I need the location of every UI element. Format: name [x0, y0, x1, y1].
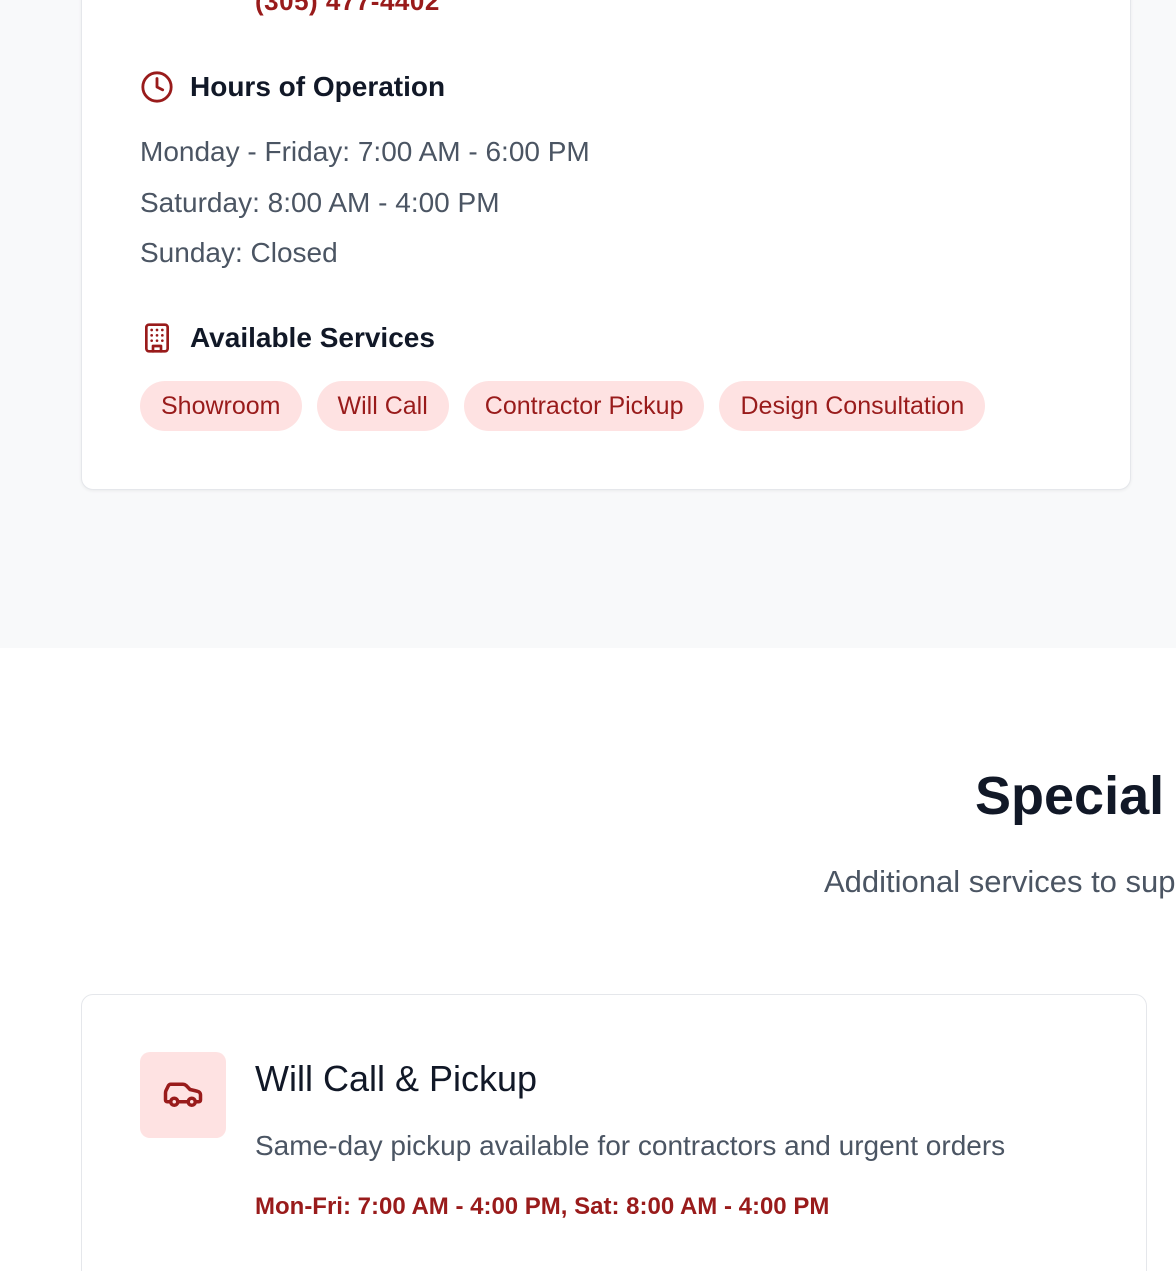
hours-list: Monday - Friday: 7:00 AM - 6:00 PM Satur… — [140, 133, 590, 285]
section-title: Special S — [975, 766, 1176, 826]
services-heading-text: Available Services — [190, 322, 435, 353]
hours-saturday: Saturday: 8:00 AM - 4:00 PM — [140, 186, 500, 218]
phone-link[interactable]: (305) 477-4402 — [255, 0, 440, 17]
section-subtitle: Additional services to sup — [824, 864, 1176, 899]
service-hours: Mon-Fri: 7:00 AM - 4:00 PM, Sat: 8:00 AM… — [255, 1193, 830, 1220]
services-heading: Available Services — [140, 320, 435, 356]
hours-weekdays: Monday - Friday: 7:00 AM - 6:00 PM — [140, 136, 590, 167]
hours-sunday: Sunday: Closed — [140, 237, 338, 268]
car-icon — [162, 1072, 204, 1119]
service-description: Same-day pickup available for contractor… — [255, 1130, 1006, 1161]
special-services-header: Special S Additional services to sup — [0, 700, 1176, 960]
hours-heading-text: Hours of Operation — [190, 71, 446, 102]
tag-design-consultation: Design Consultation — [719, 381, 986, 431]
tag-showroom: Showroom — [140, 381, 302, 431]
hours-heading: Hours of Operation — [140, 69, 445, 105]
service-icon-box — [140, 1052, 226, 1138]
tag-will-call: Will Call — [316, 381, 449, 431]
service-title: Will Call & Pickup — [255, 1058, 538, 1099]
tag-contractor-pickup: Contractor Pickup — [463, 381, 705, 431]
building-icon — [140, 321, 174, 355]
clock-icon — [140, 70, 174, 104]
services-tags: Showroom Will Call Contractor Pickup Des… — [140, 381, 986, 431]
